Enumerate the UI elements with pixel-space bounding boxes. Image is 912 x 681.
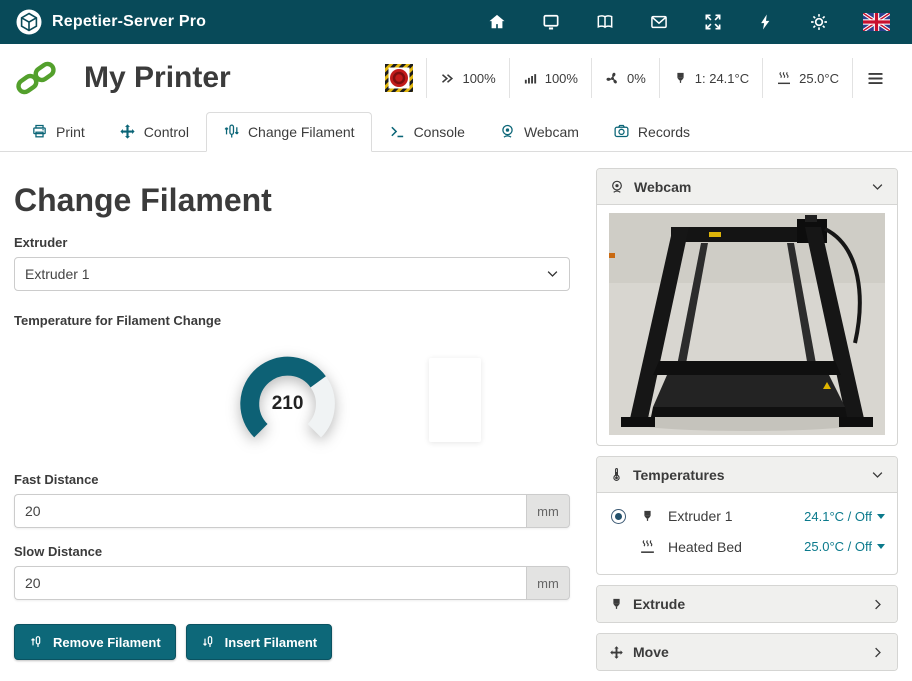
chevron-down-icon xyxy=(870,179,885,194)
connection-chain-icon xyxy=(14,56,58,100)
fan-icon xyxy=(605,71,620,86)
app-title[interactable]: Repetier-Server Pro xyxy=(52,13,206,31)
fast-distance-input[interactable] xyxy=(14,494,526,528)
change-filament-panel: Change Filament Extruder Extruder 1 Temp… xyxy=(14,168,570,681)
webcam-panel-header[interactable]: Webcam xyxy=(597,169,897,205)
tab-records[interactable]: Records xyxy=(596,112,707,152)
extruder-nozzle-icon xyxy=(636,509,658,524)
change-filament-icon xyxy=(223,123,240,140)
insert-filament-button[interactable]: Insert Filament xyxy=(186,624,332,660)
extruder-label: Extruder xyxy=(14,235,570,250)
extruder-nozzle-icon xyxy=(673,71,688,86)
bed-temp-dropdown[interactable]: 25.0°C / Off xyxy=(804,539,885,554)
filament-actions: Remove Filament Insert Filament xyxy=(14,624,570,660)
temperature-gauge-row: 210 xyxy=(14,352,570,456)
records-camera-icon xyxy=(613,123,630,140)
temp-row-name: Extruder 1 xyxy=(668,508,733,524)
language-flag-uk-icon[interactable] xyxy=(863,13,890,31)
move-panel: Move xyxy=(596,633,898,671)
filament-down-icon xyxy=(201,634,217,650)
page-title: Change Filament xyxy=(14,182,570,219)
webcam-icon xyxy=(609,179,625,195)
speed-multiplier-status[interactable]: 100% xyxy=(426,58,508,98)
messages-mail-icon[interactable] xyxy=(649,12,669,32)
power-bolt-icon[interactable] xyxy=(757,13,775,31)
tab-control[interactable]: Control xyxy=(102,112,206,152)
tab-webcam[interactable]: Webcam xyxy=(482,112,596,152)
extruder-temp-dropdown[interactable]: 24.1°C / Off xyxy=(804,509,885,524)
temp-row-extruder: Extruder 1 24.1°C / Off xyxy=(609,501,887,531)
move-cross-icon xyxy=(609,645,624,660)
caret-down-icon xyxy=(877,514,885,519)
webcam-image xyxy=(609,213,885,435)
fast-distance-unit: mm xyxy=(526,494,570,528)
temperatures-panel-header[interactable]: Temperatures xyxy=(597,457,897,493)
home-icon[interactable] xyxy=(487,12,507,32)
content-area: Change Filament Extruder Extruder 1 Temp… xyxy=(0,152,912,681)
heated-bed-icon xyxy=(776,70,792,86)
slow-distance-label: Slow Distance xyxy=(14,544,570,559)
repetier-logo-icon[interactable] xyxy=(16,9,42,35)
slow-distance-group: mm xyxy=(14,566,570,600)
flow-icon xyxy=(523,71,538,86)
temperatures-panel: Temperatures Extruder 1 24.1°C / Off Hea… xyxy=(596,456,898,575)
slow-distance-unit: mm xyxy=(526,566,570,600)
webcam-icon xyxy=(499,123,516,140)
fan-speed-status[interactable]: 0% xyxy=(591,58,659,98)
heated-bed-icon xyxy=(636,538,658,555)
extrude-panel: Extrude xyxy=(596,585,898,623)
documentation-book-icon[interactable] xyxy=(595,12,615,32)
bed-temp-status[interactable]: 25.0°C xyxy=(762,58,852,98)
temperature-slider[interactable] xyxy=(429,358,481,442)
temperatures-list: Extruder 1 24.1°C / Off Heated Bed 25.0°… xyxy=(597,493,897,574)
extruder-radio[interactable] xyxy=(611,509,626,524)
tab-print[interactable]: Print xyxy=(14,112,102,152)
chevron-down-icon xyxy=(870,467,885,482)
printer-name-title: My Printer xyxy=(84,61,231,95)
extruder-nozzle-icon xyxy=(609,597,624,612)
extruder-select[interactable]: Extruder 1 xyxy=(14,257,570,291)
settings-gear-icon[interactable] xyxy=(809,12,829,32)
extruder-temp-status[interactable]: 1: 24.1°C xyxy=(659,58,762,98)
move-panel-header[interactable]: Move xyxy=(597,634,897,670)
temperature-knob[interactable]: 210 xyxy=(233,352,343,456)
webcam-panel: Webcam xyxy=(596,168,898,446)
tab-console[interactable]: Console xyxy=(372,112,482,152)
temperature-value: 210 xyxy=(233,352,343,456)
printer-header: My Printer 100% 100% 0% 1: 24.1°C 2 xyxy=(0,44,912,106)
speed-icon xyxy=(440,71,455,86)
extruder-select-wrap: Extruder 1 xyxy=(14,257,570,291)
slow-distance-input[interactable] xyxy=(14,566,526,600)
temperature-label: Temperature for Filament Change xyxy=(14,313,570,328)
emergency-stop-button[interactable] xyxy=(372,58,426,98)
top-navigation-bar: Repetier-Server Pro xyxy=(0,0,912,44)
caret-down-icon xyxy=(877,544,885,549)
side-panels: Webcam xyxy=(596,168,898,681)
chevron-right-icon xyxy=(870,645,885,660)
console-terminal-icon xyxy=(389,123,406,140)
fullscreen-expand-icon[interactable] xyxy=(703,12,723,32)
chevron-right-icon xyxy=(870,597,885,612)
remove-filament-button[interactable]: Remove Filament xyxy=(14,624,176,660)
topnav-icons xyxy=(487,12,896,32)
filament-up-icon xyxy=(29,634,45,650)
printer-tabs: Print Control Change Filament Console We… xyxy=(0,106,912,152)
fast-distance-label: Fast Distance xyxy=(14,472,570,487)
fast-distance-group: mm xyxy=(14,494,570,528)
extrude-panel-header[interactable]: Extrude xyxy=(597,586,897,622)
control-move-icon xyxy=(119,123,136,140)
tab-change-filament[interactable]: Change Filament xyxy=(206,112,372,152)
printer-menu-button[interactable] xyxy=(852,58,898,98)
temp-row-bed: Heated Bed 25.0°C / Off xyxy=(609,531,887,562)
hamburger-menu-icon xyxy=(866,69,885,88)
emergency-stop-icon xyxy=(385,64,413,92)
flow-multiplier-status[interactable]: 100% xyxy=(509,58,591,98)
temp-row-name: Heated Bed xyxy=(668,539,742,555)
printer-status-icon[interactable] xyxy=(541,12,561,32)
print-icon xyxy=(31,123,48,140)
webcam-stream xyxy=(597,205,897,445)
printer-status-bar: 100% 100% 0% 1: 24.1°C 25.0°C xyxy=(372,58,898,98)
thermometer-icon xyxy=(609,467,624,482)
